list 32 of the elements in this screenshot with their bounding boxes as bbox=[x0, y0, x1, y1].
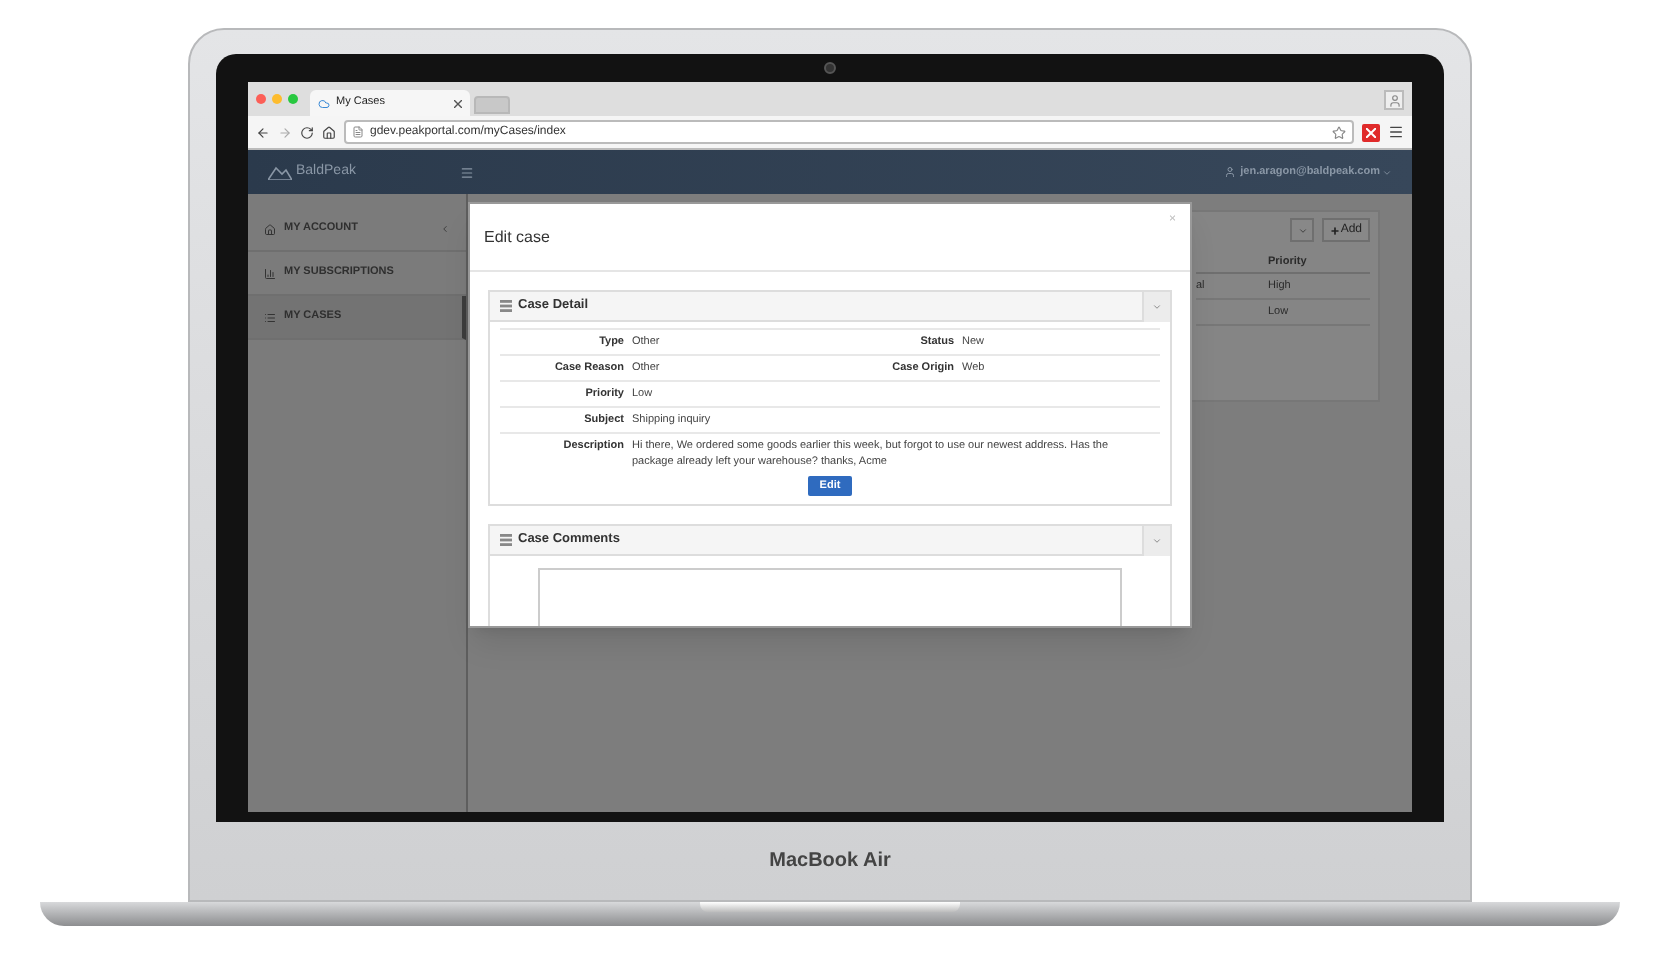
camera-icon bbox=[824, 62, 836, 74]
menu-icon[interactable] bbox=[1388, 124, 1404, 140]
star-icon[interactable] bbox=[1332, 125, 1346, 139]
filter-select[interactable] bbox=[1290, 218, 1315, 242]
home-icon bbox=[264, 223, 276, 235]
caret-icon bbox=[1297, 225, 1308, 235]
mountain-icon bbox=[268, 165, 292, 179]
grid-icon bbox=[500, 300, 512, 312]
device-label: MacBook Air bbox=[769, 848, 891, 876]
caret-icon[interactable] bbox=[1382, 167, 1392, 177]
back-icon[interactable] bbox=[256, 125, 270, 139]
chevron-icon bbox=[1152, 301, 1162, 311]
list-icon bbox=[264, 311, 276, 323]
collapse-button[interactable] bbox=[1142, 291, 1170, 321]
user-icon bbox=[1387, 93, 1401, 107]
dialog-title: Edit case bbox=[484, 225, 550, 249]
new-tab-button[interactable] bbox=[474, 96, 510, 114]
comment-field[interactable] bbox=[538, 568, 1122, 626]
home-icon[interactable] bbox=[322, 125, 336, 139]
chevron-icon bbox=[1152, 535, 1162, 546]
extension-icon[interactable] bbox=[1362, 123, 1380, 141]
profile-button[interactable] bbox=[1384, 90, 1404, 110]
user-icon bbox=[1224, 166, 1237, 178]
plus-icon bbox=[1330, 225, 1341, 235]
collapse-button[interactable] bbox=[1142, 525, 1170, 556]
grid-icon bbox=[500, 534, 512, 547]
bar-chart-icon bbox=[264, 267, 276, 279]
forward-icon[interactable] bbox=[278, 125, 292, 139]
close-icon[interactable] bbox=[454, 99, 462, 107]
reload-icon[interactable] bbox=[300, 125, 314, 139]
page-icon bbox=[352, 126, 364, 138]
cloud-icon bbox=[318, 97, 330, 109]
